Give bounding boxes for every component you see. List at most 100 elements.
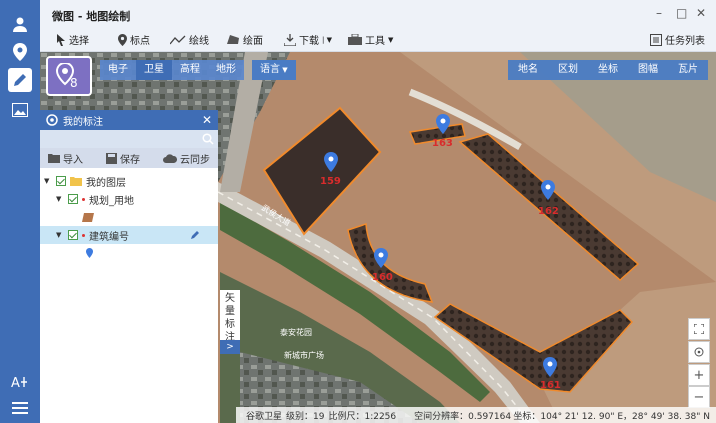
layer2-dot-icon (82, 233, 85, 237)
layer1-checkbox[interactable] (68, 194, 78, 204)
layer1-dot-icon (82, 197, 85, 201)
plot-162-pin-icon[interactable] (541, 180, 555, 200)
map-tool-2[interactable]: 区划 (548, 60, 588, 80)
tools-menu-button[interactable]: 工具 ▼ (348, 32, 393, 47)
save-icon (106, 152, 117, 164)
map-tool-4[interactable]: 图幅 (628, 60, 668, 80)
plot-160-pin-icon[interactable] (374, 248, 388, 268)
search-icon[interactable] (202, 133, 214, 145)
map-type-2[interactable]: 卫星 (136, 60, 172, 80)
app-logo: 8 (46, 56, 92, 96)
fullscreen-icon[interactable] (688, 318, 710, 340)
annotation-panel: 我的标注 ✕ 导入 保存 云同步 ▼ 我的图层 ▼ 规划_用地 ▼ 建筑编号 (40, 110, 218, 423)
map-pin-logo-icon: 8 (55, 63, 78, 89)
plot-159-pin-icon[interactable] (324, 152, 338, 172)
locate-icon[interactable] (688, 341, 710, 363)
image-icon[interactable] (8, 98, 32, 122)
expand-arrow-icon[interactable]: ▼ (44, 177, 52, 185)
poi-label-2: 新城市广场 (284, 351, 324, 360)
zoom-out-button[interactable]: − (688, 386, 710, 408)
panel-search-input[interactable] (40, 130, 218, 148)
location-icon[interactable] (8, 40, 32, 64)
tools-label: 工具 (365, 36, 385, 47)
edit-pencil-icon[interactable] (190, 230, 200, 240)
language-chevron-icon: ▼ (280, 66, 288, 74)
cursor-coordinates: 坐标：104° 21' 12. 90" E，28° 49' 38. 38" N (513, 411, 710, 422)
draw-pen-icon[interactable] (8, 68, 32, 92)
svg-text:8: 8 (70, 76, 78, 89)
map-type-4[interactable]: 地形 (208, 60, 244, 80)
polyline-icon (170, 35, 186, 44)
download-button[interactable]: 下载 | ▼ (284, 32, 332, 47)
tree-layer2-row[interactable]: ▼ 建筑编号 (40, 226, 218, 244)
layer2-label: 建筑编号 (89, 231, 129, 243)
cursor-icon (57, 33, 65, 46)
pin-style-icon (86, 248, 93, 258)
layer1-label: 规划_用地 (89, 195, 134, 207)
annotation-icon (46, 114, 58, 126)
close-button[interactable]: ✕ (696, 6, 706, 20)
main-toolbar: 选择 标点 绘线 绘面 下载 | ▼ 工具 ▼ 任务列表 (40, 28, 716, 52)
svg-text:A: A (11, 376, 20, 389)
minimize-button[interactable]: – (656, 6, 662, 20)
marker-label: 标点 (130, 36, 150, 47)
app-window: A 微图 - 地图绘制 – □ ✕ 选择 标点 绘线 绘面 下载 | ▼ 工具 … (0, 0, 716, 423)
panel-close-icon[interactable]: ✕ (202, 113, 212, 127)
zoom-in-button[interactable]: + (688, 364, 710, 386)
tree-layer1-row[interactable]: ▼ 规划_用地 (40, 190, 218, 208)
map-type-3[interactable]: 高程 (172, 60, 208, 80)
layer2-checkbox[interactable] (68, 230, 78, 240)
save-button[interactable]: 保存 (106, 151, 140, 166)
task-list-label: 任务列表 (665, 36, 705, 47)
line-tool-button[interactable]: 绘线 (170, 32, 209, 47)
user-icon[interactable] (8, 12, 32, 36)
map-type-switcher: 电子 卫星 高程 地形 语言 ▼ (100, 60, 296, 80)
title-bar: 微图 - 地图绘制 – □ ✕ (40, 0, 716, 28)
map-tool-1[interactable]: 地名 (508, 60, 548, 80)
import-folder-icon (48, 154, 60, 163)
tree-root-row[interactable]: ▼ 我的图层 (40, 172, 218, 190)
side-tab-char: 量 (225, 306, 235, 317)
layer2-arrow-icon[interactable]: ▼ (56, 231, 64, 239)
layer1-style-row (40, 208, 218, 226)
select-tool-button[interactable]: 选择 (56, 32, 89, 47)
map-tool-5[interactable]: 瓦片 (668, 60, 708, 80)
plot-160-label: 160 (372, 272, 393, 283)
download-icon (284, 33, 296, 46)
marker-tool-button[interactable]: 标点 (118, 32, 150, 47)
select-label: 选择 (69, 36, 89, 47)
map-scale: 比例尺：1:2256 (328, 411, 397, 422)
panel-title: 我的标注 (63, 116, 103, 128)
area-label: 绘面 (243, 36, 263, 47)
root-checkbox[interactable] (56, 176, 66, 186)
status-bar: 谷歌卫星 级别：19 比例尺：1:2256 空间分辨率：0.597164 坐标：… (236, 407, 716, 423)
map-view[interactable]: 8 电子 卫星 高程 地形 语言 ▼ 地名 区划 坐标 图幅 瓦片 159 163 162 16… (40, 52, 716, 423)
toolbox-icon (348, 34, 362, 45)
menu-icon[interactable] (8, 396, 32, 420)
folder-icon (70, 176, 82, 186)
map-tool-3[interactable]: 坐标 (588, 60, 628, 80)
import-button[interactable]: 导入 (48, 151, 83, 166)
layer-tree: ▼ 我的图层 ▼ 规划_用地 ▼ 建筑编号 (40, 168, 218, 262)
plot-162-label: 162 (538, 206, 559, 217)
plot-161-label: 161 (540, 380, 561, 391)
zoom-level: 级别：19 (286, 411, 325, 422)
expand-chevron-icon[interactable]: > (220, 340, 240, 354)
language-label: 语言 (260, 64, 280, 75)
task-list-button[interactable]: 任务列表 (650, 32, 705, 47)
layer1-arrow-icon[interactable]: ▼ (56, 195, 64, 203)
panel-header: 我的标注 ✕ (40, 110, 218, 130)
plot-161-pin-icon[interactable] (543, 357, 557, 377)
area-tool-button[interactable]: 绘面 (226, 32, 263, 47)
line-label: 绘线 (189, 36, 209, 47)
map-type-1[interactable]: 电子 (100, 60, 136, 80)
side-tab-char: 矢 (225, 293, 235, 304)
polygon-icon (227, 35, 239, 44)
plot-163-pin-icon[interactable] (436, 114, 450, 134)
chevron-down-icon: | ▼ (322, 35, 332, 44)
language-dropdown[interactable]: 语言 ▼ (252, 60, 296, 80)
import-label: 导入 (63, 154, 83, 166)
text-size-icon[interactable]: A (8, 370, 32, 394)
maximize-button[interactable]: □ (676, 6, 687, 20)
cloud-sync-button[interactable]: 云同步 (163, 151, 210, 166)
